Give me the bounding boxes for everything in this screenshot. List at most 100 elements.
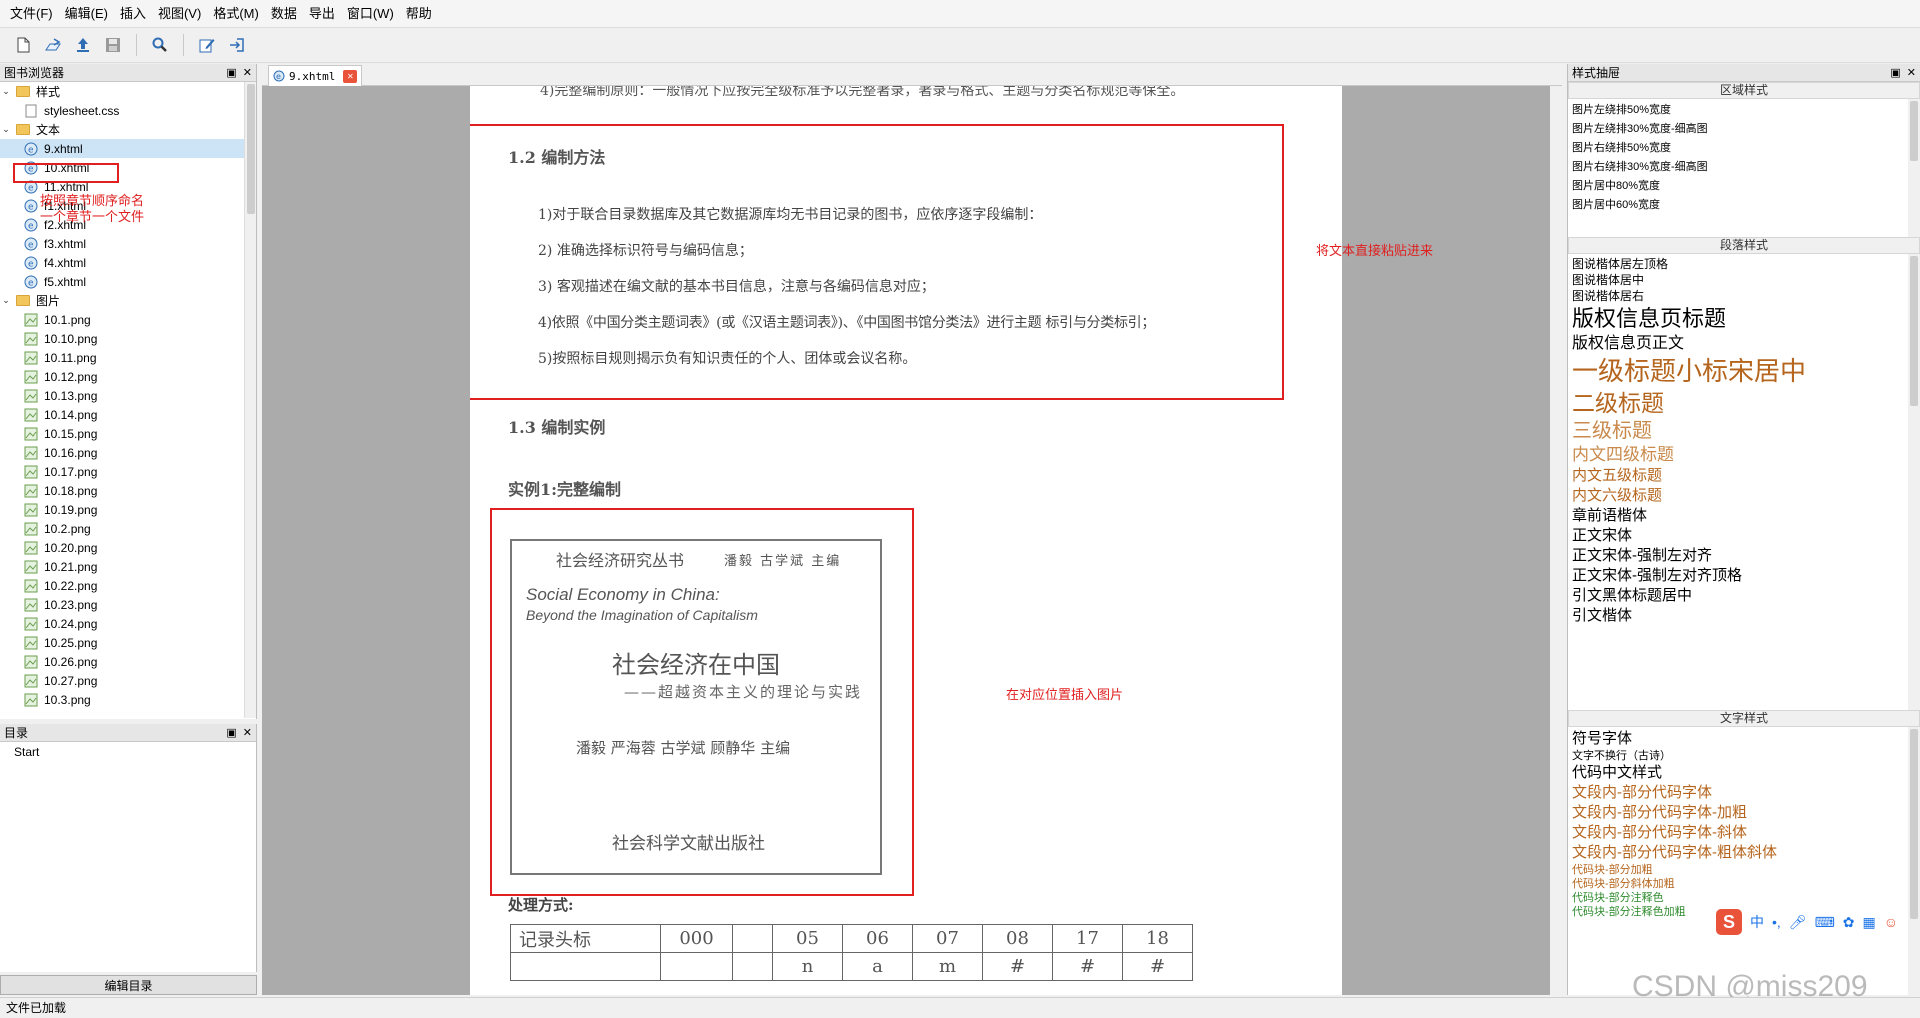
text-style-item[interactable]: 文段内-部分代码字体-加粗 xyxy=(1568,803,1920,823)
menu-item[interactable]: 窗口(W) xyxy=(341,0,400,27)
search-icon[interactable] xyxy=(147,32,173,58)
keyboard-icon[interactable]: ⌨ xyxy=(1815,914,1835,931)
save-icon[interactable] xyxy=(100,32,126,58)
block-style-item[interactable]: 图片右绕排50%宽度 xyxy=(1568,139,1920,158)
tree-file[interactable]: 10.1.png xyxy=(0,310,256,329)
paragraph-style-item[interactable]: 图说楷体居右 xyxy=(1568,288,1920,304)
tree-file[interactable]: 10.13.png xyxy=(0,386,256,405)
tree-file[interactable]: stylesheet.css xyxy=(0,101,256,120)
expand-arrow-icon[interactable]: ⌄ xyxy=(0,124,12,135)
paragraph-style-item[interactable]: 版权信息页正文 xyxy=(1568,333,1920,354)
block-style-item[interactable]: 图片居中60%宽度 xyxy=(1568,196,1920,215)
paragraph-style-item[interactable]: 正文宋体 xyxy=(1568,526,1920,546)
editor-scrollbar[interactable] xyxy=(1550,86,1562,995)
tree-file[interactable]: 10.20.png xyxy=(0,538,256,557)
paragraph-style-item[interactable]: 内文四级标题 xyxy=(1568,444,1920,466)
menu-item[interactable]: 数据 xyxy=(265,0,303,27)
tree-file[interactable]: e 9.xhtml xyxy=(0,139,256,158)
menu-item[interactable]: 视图(V) xyxy=(152,0,207,27)
close-icon[interactable]: ✕ xyxy=(243,726,252,739)
menu-item[interactable]: 文件(F) xyxy=(4,0,59,27)
tree-file[interactable]: 10.25.png xyxy=(0,633,256,652)
open-icon[interactable] xyxy=(40,32,66,58)
text-style-item[interactable]: 符号字体 xyxy=(1568,729,1920,749)
float-icon[interactable]: ▣ xyxy=(226,66,236,79)
tree-file[interactable]: 10.23.png xyxy=(0,595,256,614)
tree-file[interactable]: 10.14.png xyxy=(0,405,256,424)
block-style-item[interactable]: 图片左绕排30%宽度-细高图 xyxy=(1568,120,1920,139)
block-style-item[interactable]: 图片右绕排30%宽度-细高图 xyxy=(1568,158,1920,177)
ime-logo-icon[interactable]: S xyxy=(1716,909,1742,935)
face-icon[interactable]: ☺ xyxy=(1884,914,1898,930)
upload-icon[interactable] xyxy=(70,32,96,58)
text-style-item[interactable]: 文段内-部分代码字体 xyxy=(1568,783,1920,803)
menu-item[interactable]: 插入 xyxy=(114,0,152,27)
paragraph-style-item[interactable]: 图说楷体居左顶格 xyxy=(1568,256,1920,272)
paragraph-style-item[interactable]: 二级标题 xyxy=(1568,388,1920,418)
block-style-item[interactable]: 图片居中80%宽度 xyxy=(1568,177,1920,196)
tree-folder[interactable]: ⌄ 样式 xyxy=(0,82,256,101)
tab-9-xhtml[interactable]: e 9.xhtml ✕ xyxy=(268,65,362,86)
import-icon[interactable] xyxy=(224,32,250,58)
tree-file[interactable]: 10.17.png xyxy=(0,462,256,481)
tree-file[interactable]: e f4.xhtml xyxy=(0,253,256,272)
edit-toc-button[interactable]: 编辑目录 xyxy=(0,975,257,995)
tree-file[interactable]: 10.15.png xyxy=(0,424,256,443)
close-icon[interactable]: ✕ xyxy=(243,66,252,79)
block-style-item[interactable]: 图片左绕排50%宽度 xyxy=(1568,101,1920,120)
text-style-item[interactable]: 文段内-部分代码字体-斜体 xyxy=(1568,823,1920,843)
menu-item[interactable]: 编辑(E) xyxy=(59,0,114,27)
tree-file[interactable]: 10.12.png xyxy=(0,367,256,386)
text-style-item[interactable]: 代码块-部分加粗 xyxy=(1568,863,1920,877)
tree-folder[interactable]: ⌄ 文本 xyxy=(0,120,256,139)
paragraph-style-item[interactable]: 内文五级标题 xyxy=(1568,466,1920,486)
text-style-item[interactable]: 文段内-部分代码字体-粗体斜体 xyxy=(1568,843,1920,863)
expand-arrow-icon[interactable]: ⌄ xyxy=(0,295,12,306)
text-style-scrollbar[interactable] xyxy=(1908,727,1920,1012)
block-style-scrollbar[interactable] xyxy=(1908,99,1920,237)
paragraph-style-item[interactable]: 章前语楷体 xyxy=(1568,506,1920,526)
tree-file[interactable]: 10.24.png xyxy=(0,614,256,633)
text-style-item[interactable]: 代码中文样式 xyxy=(1568,763,1920,783)
document-page[interactable]: 4)完整编制原则：一般情况下应按完全级标准予以完整著录，著录与格式、主题与分类名… xyxy=(470,86,1342,995)
paragraph-style-item[interactable]: 版权信息页标题 xyxy=(1568,304,1920,333)
menu-item[interactable]: 帮助 xyxy=(400,0,438,27)
text-style-item[interactable]: 代码块-部分斜体加粗 xyxy=(1568,877,1920,891)
paragraph-style-item[interactable]: 引文黑体标题居中 xyxy=(1568,586,1920,606)
paragraph-style-item[interactable]: 引文楷体 xyxy=(1568,606,1920,626)
menu-item[interactable]: 导出 xyxy=(303,0,341,27)
paragraph-style-scrollbar[interactable] xyxy=(1908,254,1920,710)
toc-item[interactable]: Start xyxy=(14,745,256,759)
tree-file[interactable]: 10.21.png xyxy=(0,557,256,576)
paragraph-style-item[interactable]: 内文六级标题 xyxy=(1568,486,1920,506)
tree-file[interactable]: 10.19.png xyxy=(0,500,256,519)
tree-file[interactable]: 10.2.png xyxy=(0,519,256,538)
tree-file[interactable]: 10.10.png xyxy=(0,329,256,348)
paragraph-style-item[interactable]: 图说楷体居中 xyxy=(1568,272,1920,288)
edit-icon[interactable] xyxy=(194,32,220,58)
tree-scrollbar[interactable] xyxy=(244,82,256,718)
tree-file[interactable]: e f5.xhtml xyxy=(0,272,256,291)
paragraph-style-item[interactable]: 正文宋体-强制左对齐 xyxy=(1568,546,1920,566)
close-icon[interactable]: ✕ xyxy=(1907,66,1916,79)
tree-folder[interactable]: ⌄ 图片 xyxy=(0,291,256,310)
skin-icon[interactable]: ✿ xyxy=(1843,914,1855,931)
text-style-item[interactable]: 代码块-部分注释色 xyxy=(1568,891,1920,905)
tree-file[interactable]: 10.26.png xyxy=(0,652,256,671)
paragraph-style-item[interactable]: 三级标题 xyxy=(1568,418,1920,444)
new-file-icon[interactable] xyxy=(10,32,36,58)
ime-punctuation[interactable]: •, xyxy=(1772,914,1781,930)
text-style-item[interactable]: 文字不换行（古诗） xyxy=(1568,749,1920,763)
menu-item[interactable]: 格式(M) xyxy=(207,0,265,27)
grid-icon[interactable]: ▦ xyxy=(1863,914,1876,931)
tree-file[interactable]: 10.3.png xyxy=(0,690,256,709)
expand-arrow-icon[interactable]: ⌄ xyxy=(0,86,12,97)
tree-file[interactable]: 10.16.png xyxy=(0,443,256,462)
tree-file[interactable]: e f3.xhtml xyxy=(0,234,256,253)
paragraph-style-item[interactable]: 正文宋体-强制左对齐顶格 xyxy=(1568,566,1920,586)
tab-close-icon[interactable]: ✕ xyxy=(343,69,358,83)
tree-file[interactable]: 10.22.png xyxy=(0,576,256,595)
tree-file[interactable]: 10.27.png xyxy=(0,671,256,690)
float-icon[interactable]: ▣ xyxy=(226,726,236,739)
tree-file[interactable]: 10.18.png xyxy=(0,481,256,500)
